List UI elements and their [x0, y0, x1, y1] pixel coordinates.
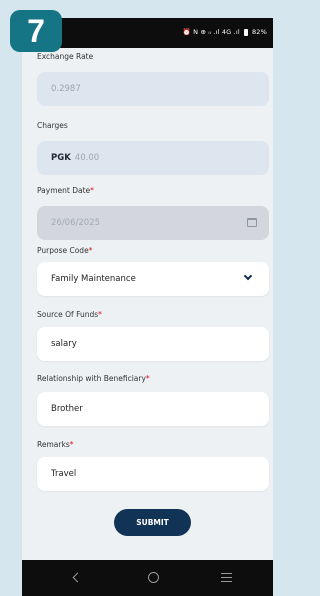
status-icons: ⏰ N ⊕ ᵢₗ .ıl 4G .ıl [182, 28, 240, 36]
required-mark: * [90, 186, 94, 195]
back-icon[interactable] [72, 572, 83, 583]
phone-screen: ⏰ N ⊕ ᵢₗ .ıl 4G .ıl 82% Exchange Rate 0.… [22, 18, 273, 596]
android-nav-bar [22, 560, 273, 596]
battery-level: 82% [251, 28, 267, 36]
charges-field: PGK 40.00 [37, 141, 269, 175]
purpose-code-label: Purpose Code* [37, 246, 93, 255]
purpose-code-select[interactable]: Family Maintenance [37, 262, 269, 296]
chevron-down-icon[interactable] [243, 271, 253, 281]
exchange-rate-label: Exchange Rate [37, 52, 94, 61]
exchange-rate-field: 0.2987 [37, 72, 269, 106]
submit-button[interactable]: SUBMIT [114, 509, 191, 536]
remarks-input[interactable]: Travel [37, 457, 269, 491]
charges-label: Charges [37, 121, 68, 130]
payment-date-label: Payment Date* [37, 186, 94, 195]
source-of-funds-label: Source Of Funds* [37, 310, 102, 319]
remarks-label: Remarks* [37, 440, 74, 449]
home-icon[interactable] [148, 572, 159, 583]
required-mark: * [98, 310, 102, 319]
source-of-funds-input[interactable]: salary [37, 327, 269, 361]
recent-apps-icon[interactable] [221, 573, 232, 582]
charges-value: 40.00 [74, 153, 100, 163]
status-indicators: ⏰ N ⊕ ᵢₗ .ıl 4G .ıl 82% [183, 28, 267, 36]
calendar-icon[interactable] [247, 218, 257, 227]
payment-date-field[interactable]: 26/06/2025 [37, 206, 269, 240]
step-number-badge: 7 [10, 10, 62, 52]
battery-icon [243, 28, 248, 36]
relationship-label: Relationship with Beneficiary* [37, 374, 150, 383]
required-mark: * [69, 440, 74, 449]
relationship-input[interactable]: Brother [37, 392, 269, 426]
required-mark: * [145, 374, 150, 383]
currency-code: PGK [51, 153, 71, 163]
required-mark: * [88, 246, 93, 255]
payment-form: Exchange Rate 0.2987 Charges PGK 40.00 Pa… [22, 48, 273, 560]
